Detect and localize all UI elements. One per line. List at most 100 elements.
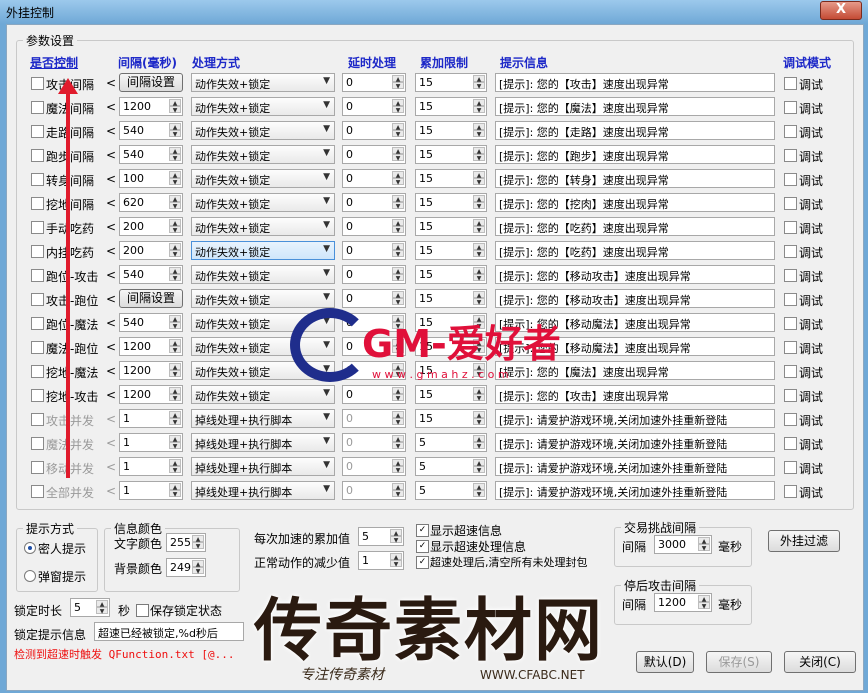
delay-input[interactable]: 0 ▲ ▼ [342, 217, 406, 236]
interval-spinner[interactable]: ▲ ▼ [169, 99, 181, 114]
control-checkbox[interactable] [31, 125, 44, 138]
limit-input[interactable]: 15 ▲ ▼ [415, 289, 487, 308]
control-checkbox[interactable] [31, 221, 44, 234]
debug-checkbox[interactable] [784, 173, 797, 186]
limit-spinner[interactable]: ▲ ▼ [473, 339, 485, 354]
prompt-mode-radio-2[interactable] [24, 570, 36, 582]
delay-spinner[interactable]: ▲ ▼ [392, 459, 404, 474]
control-checkbox[interactable] [31, 77, 44, 90]
save-lock-state-checkbox[interactable] [136, 604, 149, 617]
limit-input[interactable]: 15 ▲ ▼ [415, 145, 487, 164]
method-dropdown[interactable]: 动作失效+锁定 ▼ [191, 385, 335, 404]
info-input[interactable]: [提示]: 您的【转身】速度出现异常 [495, 169, 775, 188]
info-input[interactable]: [提示]: 您的【魔法】速度出现异常 [495, 97, 775, 116]
limit-spinner[interactable]: ▲ ▼ [473, 459, 485, 474]
normal-decrease-input[interactable]: 1 ▲ ▼ [358, 551, 404, 570]
info-input[interactable]: [提示]: 您的【移动魔法】速度出现异常 [495, 337, 775, 356]
delay-input[interactable]: 0 ▲ ▼ [342, 337, 406, 356]
delay-spinner[interactable]: ▲ ▼ [392, 123, 404, 138]
info-input[interactable]: [提示]: 请爱护游戏环境,关闭加速外挂重新登陆 [495, 481, 775, 500]
control-checkbox[interactable] [31, 317, 44, 330]
delay-spinner[interactable]: ▲ ▼ [392, 387, 404, 402]
debug-checkbox[interactable] [784, 365, 797, 378]
limit-spinner[interactable]: ▲ ▼ [473, 243, 485, 258]
limit-spinner[interactable]: ▲ ▼ [473, 363, 485, 378]
limit-input[interactable]: 15 ▲ ▼ [415, 241, 487, 260]
control-checkbox[interactable] [31, 173, 44, 186]
delay-input[interactable]: 0 ▲ ▼ [342, 97, 406, 116]
interval-input[interactable]: 540 ▲ ▼ [119, 121, 183, 140]
interval-input[interactable]: 1200 ▲ ▼ [119, 97, 183, 116]
delay-input[interactable]: 0 ▲ ▼ [342, 169, 406, 188]
delay-spinner[interactable]: ▲ ▼ [392, 75, 404, 90]
delay-spinner[interactable]: ▲ ▼ [392, 99, 404, 114]
debug-checkbox[interactable] [784, 125, 797, 138]
control-checkbox[interactable] [31, 101, 44, 114]
delay-spinner[interactable]: ▲ ▼ [392, 411, 404, 426]
delay-input[interactable]: 0 ▲ ▼ [342, 289, 406, 308]
debug-checkbox[interactable] [784, 485, 797, 498]
delay-input[interactable]: 0 ▲ ▼ [342, 457, 406, 476]
debug-checkbox[interactable] [784, 221, 797, 234]
info-input[interactable]: [提示]: 您的【攻击】速度出现异常 [495, 73, 775, 92]
limit-input[interactable]: 15 ▲ ▼ [415, 73, 487, 92]
delay-spinner[interactable]: ▲ ▼ [392, 435, 404, 450]
info-input[interactable]: [提示]: 您的【吃药】速度出现异常 [495, 241, 775, 260]
debug-checkbox[interactable] [784, 461, 797, 474]
limit-spinner[interactable]: ▲ ▼ [473, 123, 485, 138]
delay-input[interactable]: 0 ▲ ▼ [342, 145, 406, 164]
debug-checkbox[interactable] [784, 77, 797, 90]
method-dropdown[interactable]: 动作失效+锁定 ▼ [191, 313, 335, 332]
debug-checkbox[interactable] [784, 293, 797, 306]
interval-spinner[interactable]: ▲ ▼ [169, 483, 181, 498]
interval-input[interactable]: 200 ▲ ▼ [119, 241, 183, 260]
limit-input[interactable]: 15 ▲ ▼ [415, 385, 487, 404]
method-dropdown[interactable]: 动作失效+锁定 ▼ [191, 145, 335, 164]
info-input[interactable]: [提示]: 请爱护游戏环境,关闭加速外挂重新登陆 [495, 457, 775, 476]
method-dropdown[interactable]: 掉线处理+执行脚本 ▼ [191, 457, 335, 476]
limit-input[interactable]: 15 ▲ ▼ [415, 169, 487, 188]
delay-spinner[interactable]: ▲ ▼ [392, 171, 404, 186]
interval-spinner[interactable]: ▲ ▼ [169, 171, 181, 186]
save-button[interactable]: 保存(S) [706, 651, 772, 673]
method-dropdown[interactable]: 动作失效+锁定 ▼ [191, 289, 335, 308]
control-checkbox[interactable] [31, 365, 44, 378]
limit-input[interactable]: 5 ▲ ▼ [415, 457, 487, 476]
delay-input[interactable]: 0 ▲ ▼ [342, 481, 406, 500]
limit-input[interactable]: 15 ▲ ▼ [415, 313, 487, 332]
interval-spinner[interactable]: ▲ ▼ [169, 243, 181, 258]
delay-spinner[interactable]: ▲ ▼ [392, 291, 404, 306]
each-accumulate-spinner[interactable]: ▲ ▼ [390, 529, 402, 544]
control-checkbox[interactable] [31, 437, 44, 450]
interval-spinner[interactable]: ▲ ▼ [169, 315, 181, 330]
interval-input[interactable]: 1 ▲ ▼ [119, 457, 183, 476]
limit-spinner[interactable]: ▲ ▼ [473, 387, 485, 402]
delay-spinner[interactable]: ▲ ▼ [392, 195, 404, 210]
delay-spinner[interactable]: ▲ ▼ [392, 483, 404, 498]
limit-spinner[interactable]: ▲ ▼ [473, 435, 485, 450]
debug-checkbox[interactable] [784, 317, 797, 330]
limit-spinner[interactable]: ▲ ▼ [473, 267, 485, 282]
method-dropdown[interactable]: 动作失效+锁定 ▼ [191, 241, 335, 260]
limit-input[interactable]: 5 ▲ ▼ [415, 481, 487, 500]
method-dropdown[interactable]: 动作失效+锁定 ▼ [191, 361, 335, 380]
delay-spinner[interactable]: ▲ ▼ [392, 219, 404, 234]
control-checkbox[interactable] [31, 461, 44, 474]
method-dropdown[interactable]: 动作失效+锁定 ▼ [191, 337, 335, 356]
interval-input[interactable]: 540 ▲ ▼ [119, 313, 183, 332]
limit-input[interactable]: 15 ▲ ▼ [415, 265, 487, 284]
show-speed-handle-checkbox[interactable]: ✓ [416, 540, 429, 553]
delay-spinner[interactable]: ▲ ▼ [392, 267, 404, 282]
limit-spinner[interactable]: ▲ ▼ [473, 219, 485, 234]
control-checkbox[interactable] [31, 293, 44, 306]
limit-spinner[interactable]: ▲ ▼ [473, 195, 485, 210]
method-dropdown[interactable]: 动作失效+锁定 ▼ [191, 265, 335, 284]
info-input[interactable]: [提示]: 请爱护游戏环境,关闭加速外挂重新登陆 [495, 433, 775, 452]
delay-input[interactable]: 0 ▲ ▼ [342, 265, 406, 284]
limit-spinner[interactable]: ▲ ▼ [473, 147, 485, 162]
control-checkbox[interactable] [31, 269, 44, 282]
limit-input[interactable]: 15 ▲ ▼ [415, 97, 487, 116]
each-accumulate-input[interactable]: 5 ▲ ▼ [358, 527, 404, 546]
method-dropdown[interactable]: 掉线处理+执行脚本 ▼ [191, 481, 335, 500]
interval-settings-button[interactable]: 间隔设置 [119, 289, 183, 308]
